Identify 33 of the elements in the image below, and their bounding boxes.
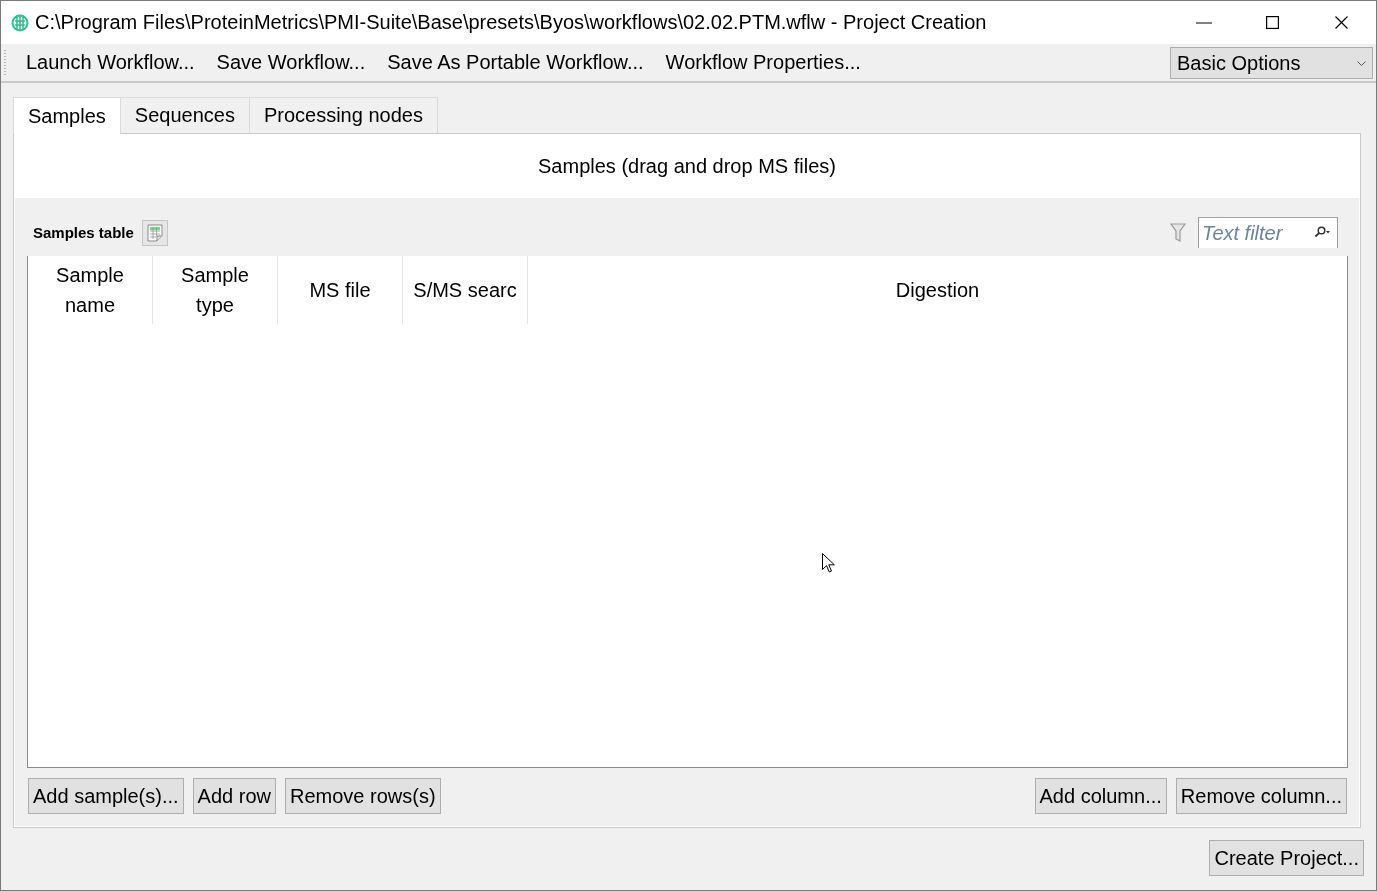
filter-icon bbox=[1170, 222, 1186, 243]
table-title: Samples table bbox=[33, 224, 134, 241]
close-icon bbox=[1335, 16, 1348, 29]
tab[interactable]: Samples bbox=[13, 97, 121, 134]
action-button[interactable]: Add column... bbox=[1034, 778, 1167, 814]
toolbar-button[interactable]: Save As Portable Workflow... bbox=[376, 46, 655, 79]
toolbar-button[interactable]: Workflow Properties... bbox=[654, 46, 872, 79]
toolbar-button[interactable]: Save Workflow... bbox=[205, 46, 377, 79]
mouse-pointer-icon bbox=[822, 553, 835, 573]
minimize-icon bbox=[1195, 21, 1212, 24]
caret-icon bbox=[1357, 60, 1366, 66]
table-options-button[interactable] bbox=[141, 219, 168, 246]
action-button[interactable]: Add sample(s)... bbox=[28, 778, 184, 814]
column-header[interactable]: S/MS searc bbox=[403, 256, 528, 324]
window-title: C:\Program Files\ProteinMetrics\PMI-Suite\Base\presets\Byos\workflows\02.02.PTM.wflw - Project Creation bbox=[35, 11, 987, 34]
toolbar-button[interactable]: Launch Workflow... bbox=[15, 46, 206, 79]
column-header[interactable]: Digestion bbox=[528, 256, 1347, 324]
search-icon[interactable] bbox=[1314, 226, 1330, 238]
filter-field[interactable]: Text filter bbox=[1198, 217, 1338, 248]
tab[interactable]: Sequences bbox=[120, 97, 250, 133]
column-header[interactable]: MS file bbox=[278, 256, 403, 324]
maximize-icon bbox=[1266, 16, 1279, 29]
action-button[interactable]: Remove column... bbox=[1175, 778, 1347, 814]
options-dropdown[interactable]: Basic Options bbox=[1170, 47, 1373, 79]
column-header[interactable]: Sample type bbox=[153, 256, 278, 324]
create-project-button[interactable]: Create Project... bbox=[1209, 840, 1364, 876]
spreadsheet-icon bbox=[146, 223, 163, 242]
drop-hint: Samples (drag and drop MS files) bbox=[538, 155, 836, 178]
column-header[interactable]: Sample name bbox=[28, 256, 153, 324]
action-button[interactable]: Remove rows(s) bbox=[285, 778, 441, 814]
tab[interactable]: Processing nodes bbox=[249, 97, 438, 133]
action-button[interactable]: Add row bbox=[192, 778, 276, 814]
globe-icon bbox=[11, 13, 29, 32]
